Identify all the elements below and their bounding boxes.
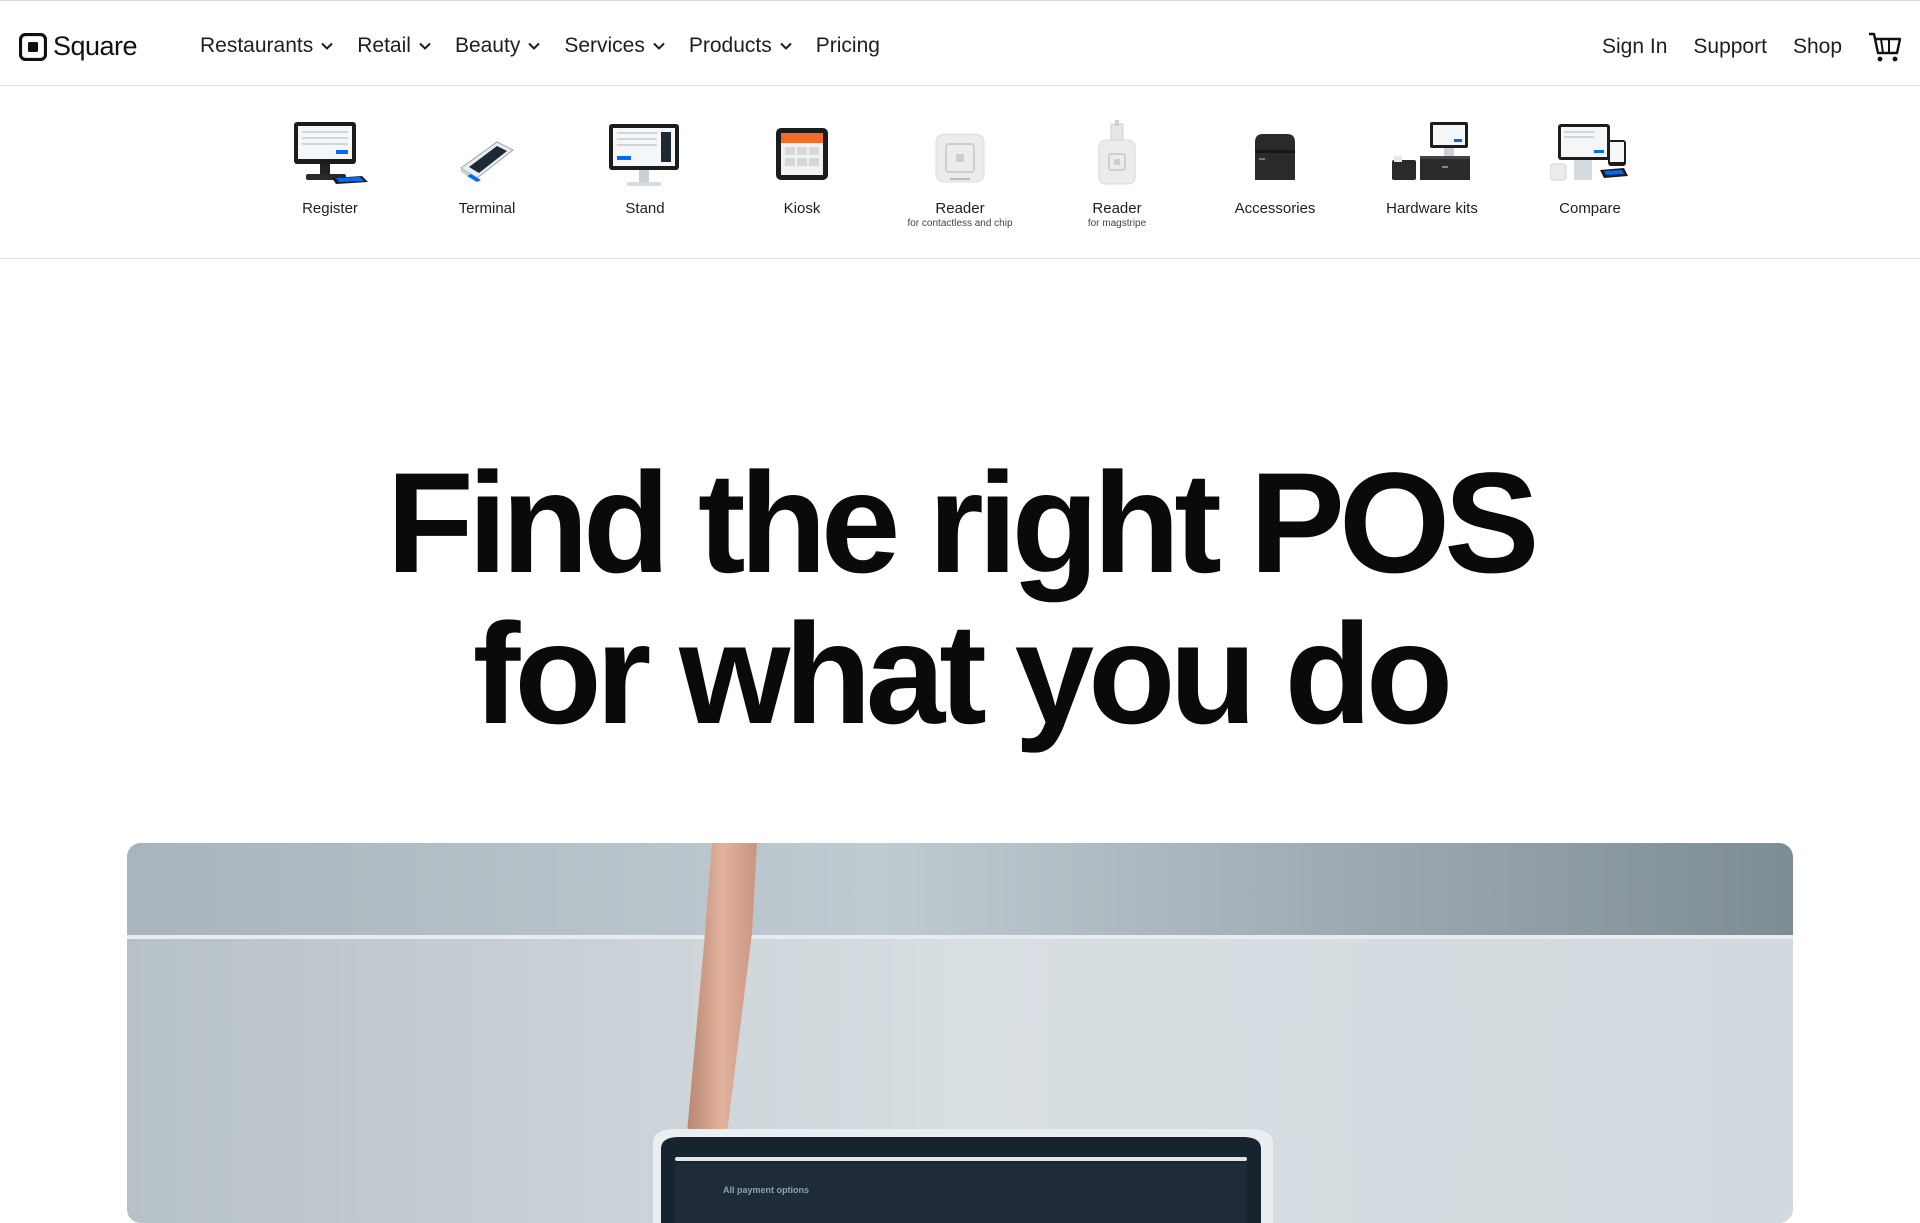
nav-label: Restaurants (200, 34, 314, 57)
product-sublabel: for contactless and chip (907, 218, 1013, 229)
product-label: Stand (625, 200, 665, 217)
product-label: Hardware kits (1386, 200, 1478, 217)
terminal-icon (460, 141, 514, 182)
chevron-down-icon (321, 42, 333, 50)
support-link[interactable]: Support (1693, 35, 1767, 59)
product-label: Terminal (458, 200, 516, 217)
hero-line-2: for what you do (472, 595, 1453, 754)
stand-icon (609, 124, 679, 186)
nav-retail[interactable]: Retail (357, 34, 431, 58)
nav-label: Services (564, 34, 645, 57)
nav-label: Retail (357, 34, 411, 57)
reader-magstripe-icon (1098, 120, 1136, 185)
nav-products[interactable]: Products (689, 34, 792, 58)
chevron-down-icon (419, 42, 431, 50)
brand-name: Square (53, 31, 138, 61)
hero-headline: Find the right POS for what you do (0, 448, 1920, 750)
square-logo[interactable]: Square (19, 31, 138, 62)
cart-icon[interactable] (1868, 31, 1902, 63)
product-label: Kiosk (783, 200, 821, 217)
chevron-down-icon (780, 42, 792, 50)
account-nav: Sign In Support Shop (1576, 31, 1902, 63)
accessories-icon (1255, 134, 1295, 180)
square-logo-icon (19, 32, 47, 61)
nav-services[interactable]: Services (564, 34, 665, 58)
nav-pricing[interactable]: Pricing (816, 34, 880, 58)
nav-label: Beauty (454, 34, 521, 57)
product-label: Accessories (1234, 200, 1316, 217)
reader-contactless-icon (935, 133, 985, 183)
shop-link[interactable]: Shop (1793, 35, 1842, 59)
kiosk-icon (776, 128, 828, 180)
nav-restaurants[interactable]: Restaurants (200, 34, 333, 58)
product-label: Reader (1092, 200, 1142, 217)
nav-label: Products (688, 34, 772, 57)
compare-icon (1550, 124, 1628, 181)
product-label: Register (302, 200, 358, 217)
main-nav: Restaurants Retail Beauty Services Produ… (200, 34, 904, 58)
hero-image: All payment options (127, 843, 1793, 1223)
product-label: Compare (1559, 200, 1621, 217)
product-label: Reader (935, 200, 985, 217)
top-navigation: Square Restaurants Retail Beauty Service… (0, 0, 1920, 86)
chevron-down-icon (528, 42, 541, 50)
hero-line-1: Find the right POS (386, 444, 1539, 603)
register-icon (294, 122, 368, 184)
nav-label: Pricing (815, 34, 880, 57)
screen-caption: All payment options (723, 1185, 810, 1195)
chevron-down-icon (653, 42, 665, 50)
hardware-kits-icon (1392, 122, 1470, 180)
hero-scene (127, 843, 1793, 1223)
hardware-product-strip: Register Terminal Stand Kiosk Reader for… (0, 86, 1920, 259)
nav-beauty[interactable]: Beauty (454, 34, 541, 58)
sign-in-link[interactable]: Sign In (1602, 35, 1667, 59)
product-sublabel: for magstripe (1087, 218, 1147, 229)
